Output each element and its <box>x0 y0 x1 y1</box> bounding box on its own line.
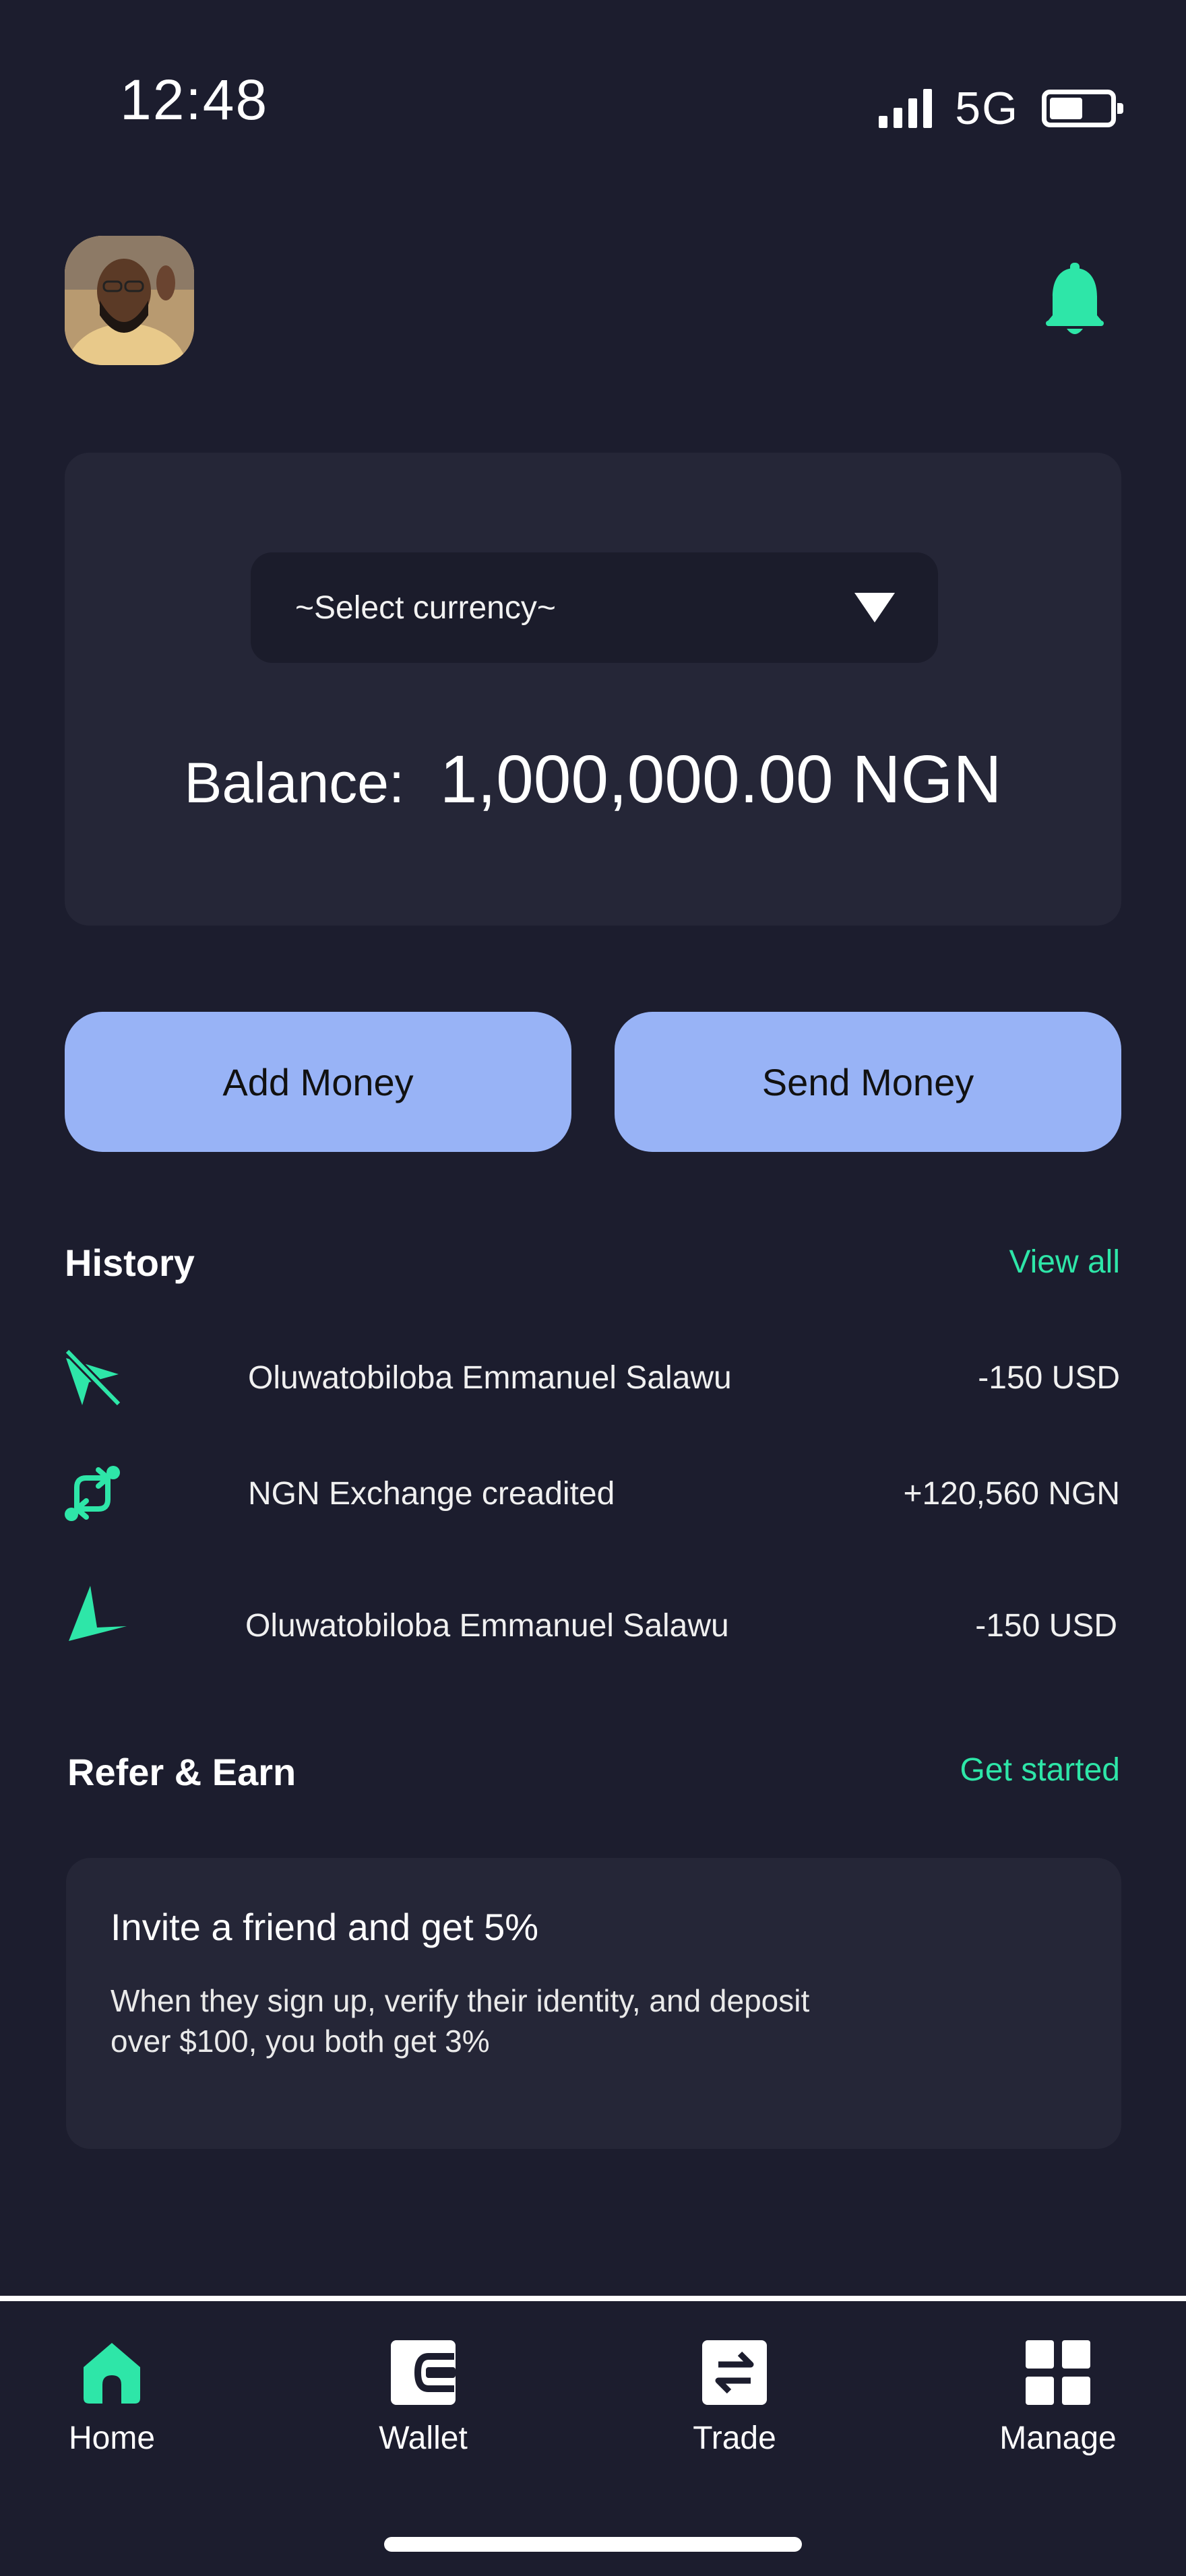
refer-card-body: When they sign up, verify their identity… <box>111 1983 810 2059</box>
history-title: History <box>65 1242 195 1284</box>
history-amount: -150 USD <box>975 1608 1117 1644</box>
history-name: NGN Exchange creadited <box>248 1476 615 1512</box>
history-name: Oluwatobiloba Emmanuel Salawu <box>245 1608 729 1644</box>
nav-label-manage: Manage <box>999 2420 1117 2456</box>
balance-label: Balance: <box>184 751 405 814</box>
balance-display: Balance: 1,000,000.00 NGN <box>65 741 1121 818</box>
history-name: Oluwatobiloba Emmanuel Salawu <box>248 1360 732 1396</box>
signal-icon <box>879 89 933 128</box>
status-time: 12:48 <box>120 68 269 131</box>
nav-item-home[interactable]: Home <box>18 2338 206 2457</box>
refer-title: Refer & Earn <box>67 1751 296 1793</box>
get-started-link[interactable]: Get started <box>960 1751 1120 1789</box>
grid-icon <box>1026 2340 1090 2405</box>
nav-label-home: Home <box>68 2420 156 2456</box>
currency-select-label: ~Select currency~ <box>295 589 556 626</box>
wallet-icon <box>391 2340 456 2405</box>
send-cancelled-icon <box>62 1347 123 1408</box>
balance-card <box>65 453 1121 926</box>
send-money-button[interactable]: Send Money <box>615 1012 1121 1152</box>
nav-divider <box>0 2296 1186 2301</box>
view-all-link[interactable]: View all <box>1009 1244 1120 1281</box>
chevron-down-icon <box>854 593 895 622</box>
nav-item-manage[interactable]: Manage <box>964 2338 1152 2457</box>
status-indicators: 5G <box>879 82 1123 135</box>
bell-icon[interactable] <box>1042 263 1108 338</box>
trade-icon <box>702 2340 767 2405</box>
history-amount: -150 USD <box>978 1360 1120 1396</box>
nav-item-trade[interactable]: Trade <box>640 2338 829 2457</box>
home-indicator[interactable] <box>384 2537 802 2552</box>
send-icon <box>66 1583 127 1644</box>
nav-label-wallet: Wallet <box>379 2420 468 2456</box>
network-label: 5G <box>955 83 1019 134</box>
balance-amount: 1,000,000.00 NGN <box>439 742 1002 817</box>
exchange-icon <box>62 1463 123 1524</box>
refer-card-title: Invite a friend and get 5% <box>111 1906 539 1948</box>
currency-select[interactable]: ~Select currency~ <box>251 552 938 663</box>
nav-item-wallet[interactable]: Wallet <box>329 2338 518 2457</box>
nav-label-trade: Trade <box>693 2420 776 2456</box>
history-amount: +120,560 NGN <box>903 1476 1120 1512</box>
battery-icon <box>1042 90 1123 127</box>
home-icon <box>84 2343 140 2404</box>
user-avatar[interactable] <box>65 236 194 365</box>
add-money-button[interactable]: Add Money <box>65 1012 571 1152</box>
